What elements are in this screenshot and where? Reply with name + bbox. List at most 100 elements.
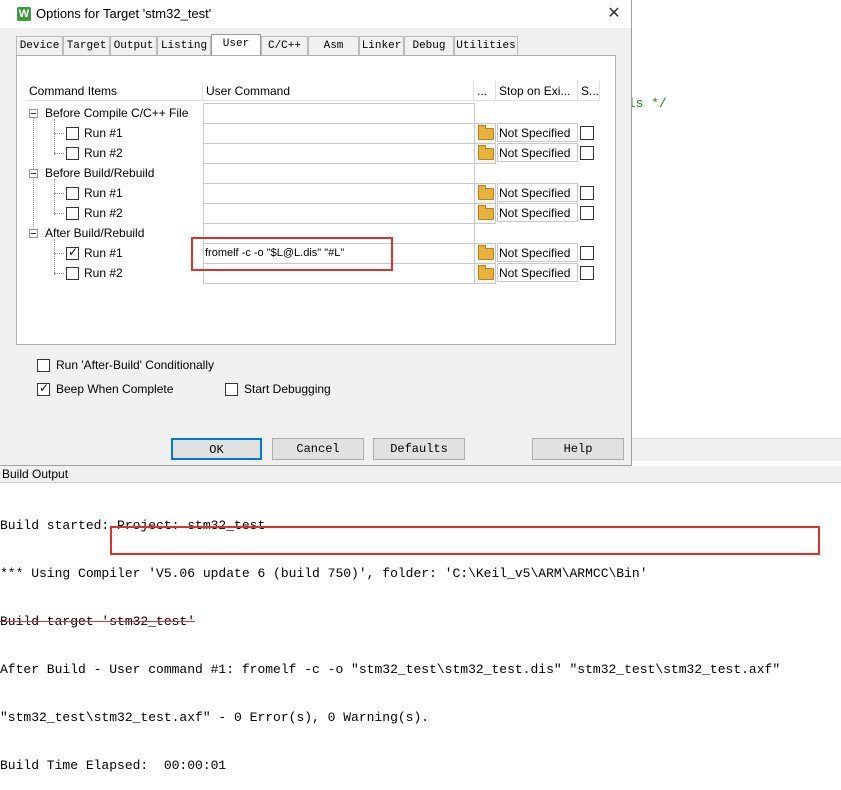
s-checkbox[interactable] [580,266,594,280]
cancel-button[interactable]: Cancel [272,438,364,460]
run-label: Run #2 [84,146,123,160]
checkmark-icon: ✓ [68,245,79,259]
run-label: Run #2 [84,266,123,280]
group-after-build[interactable]: After Build/Rebuild [26,223,202,243]
browse-button[interactable] [474,183,496,204]
tab-user[interactable]: User [211,34,261,57]
s-checkbox[interactable] [580,126,594,140]
header-s[interactable]: S... [578,81,600,101]
tab-target[interactable]: Target [63,36,110,56]
user-command-field[interactable] [203,123,475,144]
tab-cpp[interactable]: C/C++ [261,36,308,56]
run-row: Run #2 [26,203,202,223]
highlight-box [110,526,820,555]
run-enable-checkbox[interactable] [66,267,79,280]
tab-utilities[interactable]: Utilities [454,36,518,56]
collapse-icon[interactable] [29,169,38,178]
run-label: Run #1 [84,126,123,140]
browse-button[interactable] [474,143,496,164]
run-enable-checkbox[interactable]: ✓ [66,245,79,260]
browse-button[interactable] [474,263,496,284]
folder-icon [478,145,494,160]
start-debugging-checkbox[interactable] [225,383,238,397]
s-checkbox[interactable] [580,186,594,200]
option-label: Start Debugging [244,382,331,396]
group-cmd-cell [203,103,475,124]
stop-on-exit-select[interactable]: Not Specified [497,123,578,142]
run-row: Run #2 [26,143,202,163]
defaults-button[interactable]: Defaults [373,438,465,460]
options-dialog: W Options for Target 'stm32_test' ✕ Devi… [0,0,632,466]
run-after-build-conditionally-option[interactable]: Run 'After-Build' Conditionally [37,358,214,373]
checkmark-icon: ✓ [39,381,50,396]
stop-on-exit-select[interactable]: Not Specified [497,143,578,162]
run-after-build-checkbox[interactable] [37,359,50,373]
run-row: Run #2 [26,263,202,283]
header-command-items: Command Items [26,81,203,101]
s-checkbox[interactable] [580,246,594,260]
stop-on-exit-select[interactable]: Not Specified [497,203,578,222]
dialog-title: Options for Target 'stm32_test' [36,6,212,21]
run-row: Run #1 [26,123,202,143]
folder-icon [478,245,494,260]
log-line: Build Time Elapsed: 00:00:01 [0,758,227,773]
dialog-titlebar: W Options for Target 'stm32_test' ✕ [0,0,631,28]
collapse-icon[interactable] [29,109,38,118]
browse-button[interactable] [474,123,496,144]
log-line: *** Using Compiler 'V5.06 update 6 (buil… [0,566,648,581]
stop-on-exit-select[interactable]: Not Specified [497,243,578,262]
user-command-field[interactable] [203,143,475,164]
tab-device[interactable]: Device [16,36,63,56]
tab-debug[interactable]: Debug [404,36,454,56]
s-checkbox[interactable] [580,146,594,160]
highlight-box [191,237,393,271]
beep-checkbox[interactable]: ✓ [37,381,50,397]
browse-button[interactable] [474,243,496,264]
help-button[interactable]: Help [532,438,624,460]
folder-icon [478,265,494,280]
beep-when-complete-option[interactable]: ✓ Beep When Complete [37,381,174,397]
group-label: After Build/Rebuild [45,226,145,240]
log-line: "stm32_test\stm32_test.axf" - 0 Error(s)… [0,710,430,725]
group-before-compile[interactable]: Before Compile C/C++ File [26,103,202,123]
run-row: ✓ Run #1 [26,243,202,263]
browse-button[interactable] [474,203,496,224]
option-label: Beep When Complete [56,382,174,396]
run-enable-checkbox[interactable] [66,127,79,140]
start-debugging-option[interactable]: Start Debugging [225,382,331,397]
option-label: Run 'After-Build' Conditionally [56,358,214,372]
log-line: After Build - User command #1: fromelf -… [0,662,781,677]
tab-asm[interactable]: Asm [308,36,359,56]
run-enable-checkbox[interactable] [66,147,79,160]
header-browse: ... [474,81,496,101]
editor-background [632,0,841,460]
run-label: Run #1 [84,246,123,260]
log-line: Build target 'stm32_test' [0,614,196,629]
tab-output[interactable]: Output [110,36,157,56]
user-command-field[interactable] [203,203,475,224]
group-before-build[interactable]: Before Build/Rebuild [26,163,202,183]
run-enable-checkbox[interactable] [66,187,79,200]
keil-logo-icon: W [17,7,31,21]
build-output-title: Build Output [0,466,841,483]
s-checkbox[interactable] [580,206,594,220]
close-icon[interactable]: ✕ [599,2,629,26]
run-enable-checkbox[interactable] [66,207,79,220]
folder-icon [478,185,494,200]
header-user-command: User Command [203,81,474,101]
stop-on-exit-select[interactable]: Not Specified [497,183,578,202]
group-cmd-cell [203,163,475,184]
user-command-field[interactable] [203,183,475,204]
editor-status-strip [632,438,841,461]
header-stop-on-exit[interactable]: Stop on Exi... [496,81,578,101]
run-label: Run #2 [84,206,123,220]
tab-listing[interactable]: Listing [157,36,211,56]
run-label: Run #1 [84,186,123,200]
run-row: Run #1 [26,183,202,203]
ok-button[interactable]: OK [171,438,262,460]
tab-linker[interactable]: Linker [359,36,404,56]
collapse-icon[interactable] [29,229,38,238]
folder-icon [478,205,494,220]
stop-on-exit-select[interactable]: Not Specified [497,263,578,282]
folder-icon [478,125,494,140]
